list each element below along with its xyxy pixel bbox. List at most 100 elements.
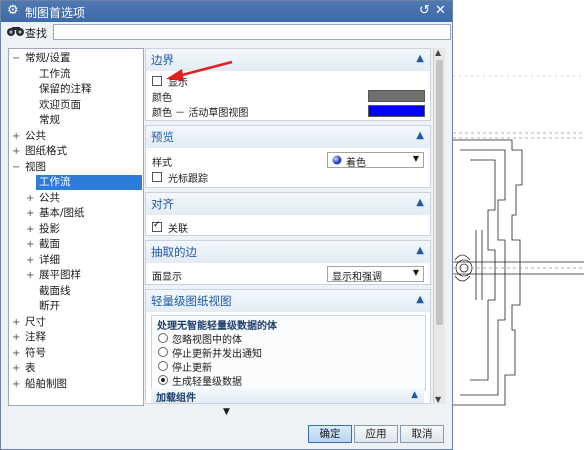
- expand-icon[interactable]: +: [12, 315, 21, 330]
- tree-item-label: 工作流: [36, 175, 142, 190]
- collapse-icon: ▲: [416, 130, 424, 141]
- lightweight-option-label: 停止更新并发出通知: [172, 349, 262, 360]
- tree-item-label: 工作流: [39, 67, 71, 80]
- boundary-section-header[interactable]: 边界 ▲: [146, 49, 430, 71]
- tree-item-label: 表: [25, 362, 36, 374]
- align-title: 对齐: [151, 197, 174, 211]
- tree-item[interactable]: 表: [22, 361, 39, 376]
- expand-icon[interactable]: +: [26, 253, 35, 268]
- lightweight-option-radio[interactable]: [158, 333, 168, 343]
- face-display-dropdown[interactable]: 显示和强调 ▼: [327, 266, 424, 283]
- tree-item-label: 常规: [39, 114, 60, 126]
- tree-item[interactable]: 公共: [36, 191, 63, 206]
- expand-icon[interactable]: +: [26, 222, 35, 237]
- scroll-up-icon[interactable]: ▲: [435, 48, 441, 57]
- cancel-button[interactable]: 取消: [400, 425, 444, 443]
- tree-item-label: 截面: [39, 238, 60, 250]
- preferences-tree: − 常规/设置 工作流 保留的注释 欢迎页面 常规 + 公共 + 图纸格式 − 视图 工作流 + 公共 + 基本…: [8, 48, 144, 406]
- active-sketch-color-swatch[interactable]: [368, 105, 425, 117]
- ok-button[interactable]: 确定: [308, 425, 352, 443]
- expand-icon[interactable]: +: [12, 346, 21, 361]
- associate-checkbox[interactable]: [152, 220, 162, 232]
- collapse-icon: ▲: [416, 245, 424, 256]
- tree-item[interactable]: 视图: [22, 160, 49, 175]
- chevron-down-icon: ▼: [412, 154, 419, 163]
- more-options-icon[interactable]: ▼: [223, 407, 230, 417]
- scroll-down-icon[interactable]: ▼: [435, 395, 441, 404]
- collapse-tree-icon[interactable]: −: [12, 160, 21, 175]
- style-dropdown[interactable]: 着色 ▼: [327, 152, 424, 169]
- tree-item[interactable]: 工作流: [36, 175, 142, 190]
- tree-item-label: 截面线: [39, 284, 71, 297]
- tree-item-label: 欢迎页面: [39, 98, 81, 111]
- load-components-title: 加载组件: [156, 393, 196, 404]
- tree-item[interactable]: 公共: [22, 129, 49, 144]
- reset-icon[interactable]: ↺: [419, 3, 430, 18]
- lightweight-option-radio[interactable]: [158, 347, 168, 357]
- tree-item[interactable]: 截面线: [36, 284, 74, 299]
- preview-title: 预览: [151, 130, 174, 144]
- expand-icon[interactable]: +: [26, 206, 35, 221]
- boundary-section: 边界 ▲ 显示 颜色 颜色 － 活动草图视图: [145, 48, 431, 121]
- lightweight-group-title: 处理无智能轻量级数据的体: [157, 321, 277, 332]
- apply-button[interactable]: 应用: [354, 425, 398, 443]
- face-display-value: 显示和强调: [332, 272, 382, 283]
- lightweight-group: 处理无智能轻量级数据的体 忽略视图中的体 停止更新并发出通知 停止更新 生成轻量级数据: [151, 315, 426, 390]
- tree-item[interactable]: 常规: [36, 113, 63, 128]
- collapse-icon: ▲: [416, 197, 424, 208]
- tree-item-label: 断开: [39, 300, 60, 312]
- expand-icon[interactable]: +: [12, 361, 21, 376]
- load-components-header[interactable]: 加载组件 ▲: [151, 389, 424, 404]
- tree-item[interactable]: 图纸格式: [22, 144, 70, 159]
- tree-item[interactable]: 基本/图纸: [36, 206, 88, 221]
- search-bar: 查找: [1, 22, 452, 42]
- close-icon[interactable]: ✕: [435, 3, 446, 18]
- shaded-sphere-icon: [332, 155, 342, 165]
- title-bar: ⚙ 制图首选项 ↺ ✕: [1, 1, 452, 22]
- tree-item[interactable]: 保留的注释: [36, 82, 95, 97]
- lightweight-title: 轻量级图纸视图: [151, 294, 232, 308]
- expand-icon[interactable]: +: [26, 237, 35, 252]
- scrollbar-thumb[interactable]: [436, 60, 443, 325]
- panel-scrollbar[interactable]: ▲ ▼: [433, 48, 445, 404]
- tree-item[interactable]: 符号: [22, 346, 49, 361]
- tree-item[interactable]: 截面: [36, 237, 63, 252]
- expand-icon[interactable]: +: [12, 377, 21, 392]
- show-boundary-checkbox[interactable]: [152, 76, 162, 86]
- search-label: 查找: [25, 27, 47, 40]
- active-color-label: 颜色 － 活动草图视图: [152, 108, 249, 119]
- tree-item-label: 保留的注释: [39, 83, 92, 95]
- lightweight-section-header[interactable]: 轻量级图纸视图 ▲: [146, 290, 430, 312]
- expand-icon[interactable]: +: [12, 129, 21, 144]
- lightweight-option-radio[interactable]: [158, 361, 168, 371]
- tree-item[interactable]: 投影: [36, 222, 63, 237]
- tree-item-label: 公共: [25, 129, 46, 142]
- expand-icon[interactable]: +: [12, 330, 21, 345]
- lightweight-option-radio[interactable]: [158, 375, 168, 385]
- tree-item-label: 尺寸: [25, 315, 46, 328]
- extracted-edges-section-header[interactable]: 抽取的边 ▲: [146, 241, 430, 263]
- tree-item[interactable]: 注释: [22, 330, 49, 345]
- boundary-title: 边界: [151, 53, 174, 67]
- tree-item[interactable]: 尺寸: [22, 315, 49, 330]
- expand-icon[interactable]: +: [12, 144, 21, 159]
- preview-section: 预览 ▲ 样式 着色 ▼ 光标跟踪: [145, 125, 431, 188]
- tree-item[interactable]: 断开: [36, 299, 63, 314]
- tree-item[interactable]: 工作流: [36, 67, 74, 82]
- align-section: 对齐 ▲ 关联: [145, 192, 431, 236]
- expand-icon[interactable]: +: [26, 268, 35, 283]
- search-input[interactable]: [53, 24, 451, 40]
- cursor-track-checkbox[interactable]: [152, 172, 162, 182]
- collapse-tree-icon[interactable]: −: [12, 51, 21, 66]
- expand-icon[interactable]: +: [26, 191, 35, 206]
- tree-item[interactable]: 详细: [36, 253, 63, 268]
- boundary-color-swatch[interactable]: [368, 90, 425, 102]
- style-value: 着色: [346, 158, 366, 169]
- tree-item[interactable]: 船舶制图: [22, 377, 70, 392]
- tree-item[interactable]: 展平图样: [36, 268, 84, 283]
- tree-item[interactable]: 常规/设置: [22, 51, 74, 66]
- preview-section-header[interactable]: 预览 ▲: [146, 126, 430, 148]
- gear-icon: ⚙: [7, 3, 19, 18]
- tree-item[interactable]: 欢迎页面: [36, 98, 84, 113]
- align-section-header[interactable]: 对齐 ▲: [146, 193, 430, 215]
